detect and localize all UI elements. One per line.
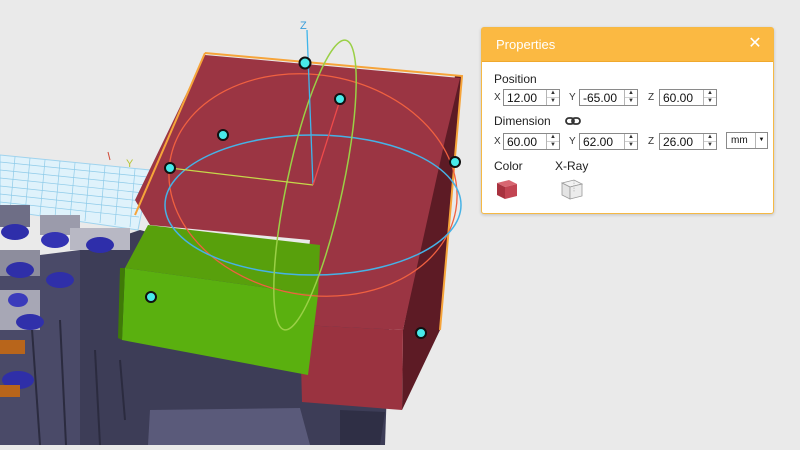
handle-lower-left [145, 291, 157, 303]
dimension-y-field[interactable]: ▲▼ [579, 133, 638, 150]
color-label: Color [494, 159, 523, 173]
dimension-x-field[interactable]: ▲▼ [503, 133, 560, 150]
dimension-x-label: X [494, 136, 501, 147]
position-x-spinner[interactable]: ▲ ▼ [546, 90, 559, 105]
handle-top-right [334, 93, 346, 105]
dimension-x-spinner[interactable]: ▲ ▼ [546, 134, 559, 149]
position-z-label: Z [648, 92, 655, 103]
position-y-spinner[interactable]: ▲ ▼ [624, 90, 637, 105]
z-axis-label: Z [300, 20, 307, 32]
position-z-spinner[interactable]: ▲ ▼ [703, 90, 716, 105]
position-z-field[interactable]: ▲▼ [659, 89, 717, 106]
xray-label: X-Ray [555, 159, 589, 173]
chevron-down-icon: ▼ [755, 133, 767, 148]
dimension-z-label: Z [648, 136, 655, 147]
dimension-label: Dimension [494, 114, 551, 128]
y-axis-label: Y [126, 158, 134, 170]
position-y-label: Y [569, 92, 576, 103]
close-icon[interactable]: ✕ [746, 35, 764, 53]
position-label: Position [494, 72, 537, 86]
position-x-label: X [494, 92, 501, 103]
properties-panel: Properties ✕ Position X ▲▼ Y ▲▼ Z ▲▼ Dim… [481, 27, 774, 214]
position-y-input[interactable] [580, 90, 624, 105]
dimension-y-spinner[interactable]: ▲ ▼ [624, 134, 637, 149]
panel-header: Properties ✕ [482, 28, 773, 62]
handle-upper-left [217, 129, 229, 141]
dimension-x-input[interactable] [504, 134, 546, 149]
handle-top [298, 56, 312, 70]
dimension-z-input[interactable] [660, 134, 703, 149]
color-swatch-icon[interactable] [495, 177, 519, 206]
link-icon[interactable] [565, 114, 581, 132]
handle-left [164, 162, 176, 174]
xray-cube-icon[interactable] [560, 177, 584, 206]
handle-lower-right [415, 327, 427, 339]
position-x-field[interactable]: ▲▼ [503, 89, 560, 106]
unit-select[interactable]: mm ▼ [726, 132, 768, 149]
unit-value: mm [731, 135, 748, 146]
panel-title: Properties [496, 37, 556, 52]
position-x-input[interactable] [504, 90, 546, 105]
x-axis-tick [107, 151, 111, 161]
dimension-z-spinner[interactable]: ▲ ▼ [703, 134, 716, 149]
position-y-field[interactable]: ▲▼ [579, 89, 638, 106]
handle-right [449, 156, 461, 168]
position-z-input[interactable] [660, 90, 703, 105]
dimension-z-field[interactable]: ▲▼ [659, 133, 717, 150]
dimension-y-input[interactable] [580, 134, 624, 149]
dimension-y-label: Y [569, 136, 576, 147]
